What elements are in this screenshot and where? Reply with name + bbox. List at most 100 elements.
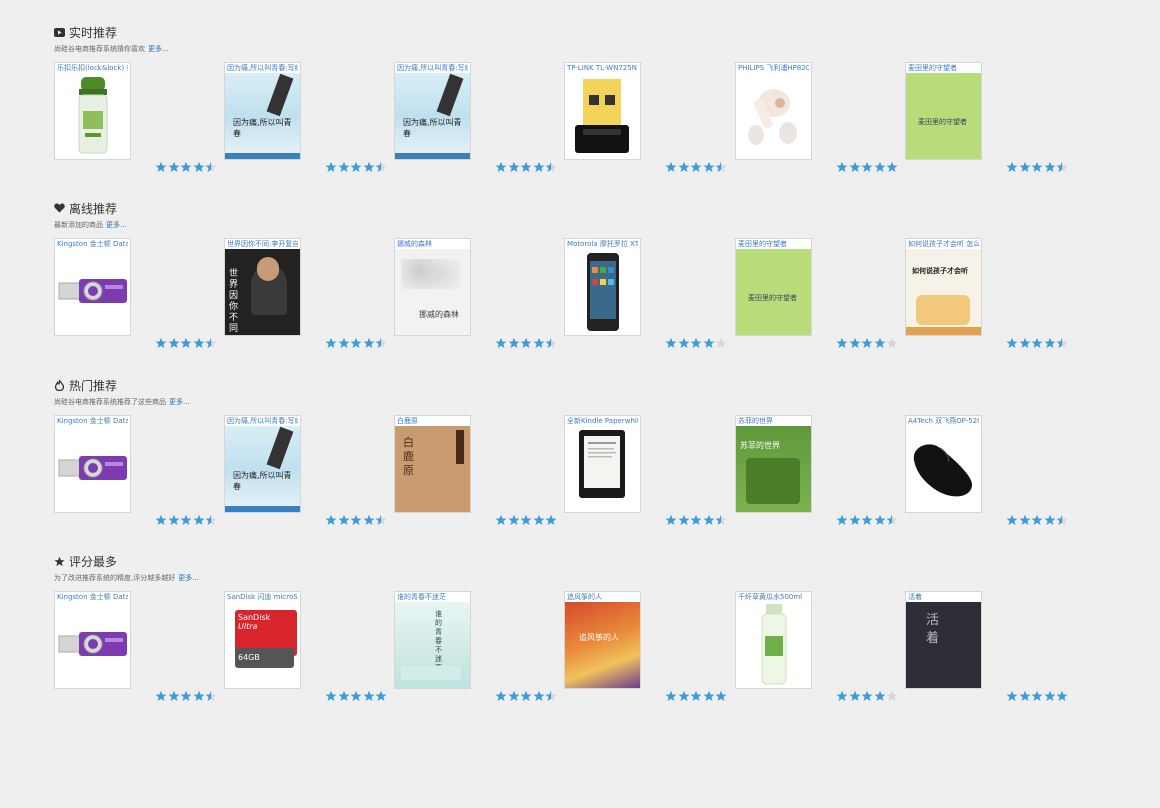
product-card[interactable]: PHILIPS 飞利浦HP8203/ bbox=[735, 62, 905, 187]
product-image[interactable]: 追风筝的人 bbox=[565, 602, 640, 688]
product-thumbnail[interactable]: 活着 活着 bbox=[905, 591, 982, 689]
product-thumbnail[interactable]: 如何说孩子才会听 怎么 如何说孩子才会听 bbox=[905, 238, 982, 336]
product-name-link[interactable]: 全新Kindle Paperwhite bbox=[567, 417, 638, 426]
product-name-link[interactable]: 麦田里的守望者 bbox=[908, 64, 979, 73]
product-image[interactable]: 活着 bbox=[906, 602, 981, 688]
product-thumbnail[interactable]: 全新Kindle Paperwhite bbox=[564, 415, 641, 513]
product-image[interactable] bbox=[565, 73, 640, 159]
product-image[interactable]: 因为痛,所以叫青春 bbox=[225, 426, 300, 512]
product-card[interactable]: 如何说孩子才会听 怎么 如何说孩子才会听 bbox=[905, 238, 1075, 363]
product-thumbnail[interactable]: SanDisk 闪迪 microSD SanDisk Ultra 64GB bbox=[224, 591, 301, 689]
product-image[interactable] bbox=[906, 426, 981, 512]
product-thumbnail[interactable]: Kingston 金士顿 DataT bbox=[54, 238, 131, 336]
product-image[interactable]: 挪威的森林 bbox=[395, 249, 470, 335]
product-card[interactable]: 因为痛,所以叫青春:写给 因为痛,所以叫青春 bbox=[224, 415, 394, 540]
product-image[interactable]: 世界因你不同 bbox=[225, 249, 300, 335]
product-name-link[interactable]: 因为痛,所以叫青春:写给 bbox=[227, 417, 298, 426]
product-image[interactable] bbox=[565, 249, 640, 335]
product-thumbnail[interactable]: 世界因你不同:李开复自传世界因你不同 bbox=[224, 238, 301, 336]
product-thumbnail[interactable]: Motorola 摩托罗拉 XT bbox=[564, 238, 641, 336]
more-link[interactable]: 更多... bbox=[178, 574, 199, 582]
product-name-link[interactable]: 白鹿原 bbox=[397, 417, 468, 426]
product-thumbnail[interactable]: 挪威的森林 挪威的森林 bbox=[394, 238, 471, 336]
product-thumbnail[interactable]: 追风筝的人 追风筝的人 bbox=[564, 591, 641, 689]
product-name-link[interactable]: 追风筝的人 bbox=[567, 593, 638, 602]
product-name-link[interactable]: 谁的青春不迷茫 bbox=[397, 593, 468, 602]
product-thumbnail[interactable]: A4Tech 双飞燕OP-520 bbox=[905, 415, 982, 513]
product-name-link[interactable]: 活着 bbox=[908, 593, 979, 602]
product-thumbnail[interactable]: 白鹿原 白鹿原 bbox=[394, 415, 471, 513]
product-name-link[interactable]: 乐扣乐扣(lock&lock) 茶 bbox=[57, 64, 128, 73]
product-thumbnail[interactable]: 因为痛,所以叫青春:写给 因为痛,所以叫青春 bbox=[394, 62, 471, 160]
product-thumbnail[interactable]: 因为痛,所以叫青春:写给 因为痛,所以叫青春 bbox=[224, 62, 301, 160]
product-card[interactable]: Kingston 金士顿 DataT bbox=[54, 415, 224, 540]
product-card[interactable]: 追风筝的人 追风筝的人 bbox=[564, 591, 734, 716]
product-card[interactable]: 世界因你不同:李开复自传世界因你不同 bbox=[224, 238, 394, 363]
product-card[interactable]: 因为痛,所以叫青春:写给 因为痛,所以叫青春 bbox=[394, 62, 564, 187]
product-image[interactable] bbox=[55, 426, 130, 512]
product-card[interactable]: 活着 活着 bbox=[905, 591, 1075, 716]
product-name-link[interactable]: 世界因你不同:李开复自传 bbox=[227, 240, 298, 249]
product-card[interactable]: 苏菲的世界 苏菲的世界 bbox=[735, 415, 905, 540]
product-name-link[interactable]: Kingston 金士顿 DataT bbox=[57, 240, 128, 249]
product-name-link[interactable]: SanDisk 闪迪 microSD bbox=[227, 593, 298, 602]
product-image[interactable] bbox=[736, 73, 811, 159]
product-card[interactable]: Kingston 金士顿 DataT bbox=[54, 238, 224, 363]
product-card[interactable]: 乐扣乐扣(lock&lock) 茶 bbox=[54, 62, 224, 187]
product-image[interactable] bbox=[55, 249, 130, 335]
product-name-link[interactable]: A4Tech 双飞燕OP-520 bbox=[908, 417, 979, 426]
product-card[interactable]: A4Tech 双飞燕OP-520 bbox=[905, 415, 1075, 540]
more-link[interactable]: 更多... bbox=[148, 45, 169, 53]
product-thumbnail[interactable]: 麦田里的守望者 麦田里的守望者 bbox=[905, 62, 982, 160]
product-name-link[interactable]: 因为痛,所以叫青春:写给 bbox=[397, 64, 468, 73]
product-thumbnail[interactable]: TP-LINK TL-WN725N [ bbox=[564, 62, 641, 160]
product-card[interactable]: 全新Kindle Paperwhite bbox=[564, 415, 734, 540]
product-card[interactable]: 谁的青春不迷茫谁的青春不迷茫 bbox=[394, 591, 564, 716]
product-name-link[interactable]: Kingston 金士顿 DataT bbox=[57, 417, 128, 426]
product-image[interactable] bbox=[736, 602, 811, 688]
product-image[interactable]: 苏菲的世界 bbox=[736, 426, 811, 512]
product-name-link[interactable]: 麦田里的守望者 bbox=[738, 240, 809, 249]
product-image[interactable]: 因为痛,所以叫青春 bbox=[225, 73, 300, 159]
product-name-link[interactable]: TP-LINK TL-WN725N [ bbox=[567, 64, 638, 73]
product-name-link[interactable]: 千纤草黄瓜水500ml bbox=[738, 593, 809, 602]
product-name-link[interactable]: Motorola 摩托罗拉 XT bbox=[567, 240, 638, 249]
product-name-link[interactable]: 如何说孩子才会听 怎么 bbox=[908, 240, 979, 249]
product-image[interactable]: 白鹿原 bbox=[395, 426, 470, 512]
product-name-link[interactable]: 因为痛,所以叫青春:写给 bbox=[227, 64, 298, 73]
product-image[interactable]: 谁的青春不迷茫 bbox=[395, 602, 470, 688]
product-name-link[interactable]: 挪威的森林 bbox=[397, 240, 468, 249]
product-name-link[interactable]: Kingston 金士顿 DataT bbox=[57, 593, 128, 602]
product-thumbnail[interactable]: 苏菲的世界 苏菲的世界 bbox=[735, 415, 812, 513]
more-link[interactable]: 更多... bbox=[106, 221, 127, 229]
product-card[interactable]: Kingston 金士顿 DataT bbox=[54, 591, 224, 716]
product-card[interactable]: 麦田里的守望者 麦田里的守望者 bbox=[735, 238, 905, 363]
product-thumbnail[interactable]: PHILIPS 飞利浦HP8203/ bbox=[735, 62, 812, 160]
more-link[interactable]: 更多... bbox=[169, 398, 190, 406]
product-thumbnail[interactable]: 千纤草黄瓜水500ml bbox=[735, 591, 812, 689]
product-card[interactable]: 白鹿原 白鹿原 bbox=[394, 415, 564, 540]
product-card[interactable]: TP-LINK TL-WN725N [ bbox=[564, 62, 734, 187]
product-card[interactable]: 因为痛,所以叫青春:写给 因为痛,所以叫青春 bbox=[224, 62, 394, 187]
product-card[interactable]: 挪威的森林 挪威的森林 bbox=[394, 238, 564, 363]
product-thumbnail[interactable]: 因为痛,所以叫青春:写给 因为痛,所以叫青春 bbox=[224, 415, 301, 513]
product-image[interactable] bbox=[55, 602, 130, 688]
product-image[interactable] bbox=[55, 73, 130, 159]
product-image[interactable]: 麦田里的守望者 bbox=[906, 73, 981, 159]
product-thumbnail[interactable]: 乐扣乐扣(lock&lock) 茶 bbox=[54, 62, 131, 160]
product-thumbnail[interactable]: Kingston 金士顿 DataT bbox=[54, 415, 131, 513]
product-thumbnail[interactable]: 谁的青春不迷茫谁的青春不迷茫 bbox=[394, 591, 471, 689]
product-image[interactable]: 麦田里的守望者 bbox=[736, 249, 811, 335]
product-image[interactable]: 因为痛,所以叫青春 bbox=[395, 73, 470, 159]
product-card[interactable]: 千纤草黄瓜水500ml bbox=[735, 591, 905, 716]
product-card[interactable]: 麦田里的守望者 麦田里的守望者 bbox=[905, 62, 1075, 187]
product-thumbnail[interactable]: Kingston 金士顿 DataT bbox=[54, 591, 131, 689]
product-image[interactable] bbox=[565, 426, 640, 512]
product-card[interactable]: SanDisk 闪迪 microSD SanDisk Ultra 64GB bbox=[224, 591, 394, 716]
product-name-link[interactable]: 苏菲的世界 bbox=[738, 417, 809, 426]
product-card[interactable]: Motorola 摩托罗拉 XT bbox=[564, 238, 734, 363]
product-image[interactable]: SanDisk Ultra 64GB bbox=[225, 602, 300, 688]
product-thumbnail[interactable]: 麦田里的守望者 麦田里的守望者 bbox=[735, 238, 812, 336]
product-name-link[interactable]: PHILIPS 飞利浦HP8203/ bbox=[738, 64, 809, 73]
product-image[interactable]: 如何说孩子才会听 bbox=[906, 249, 981, 335]
